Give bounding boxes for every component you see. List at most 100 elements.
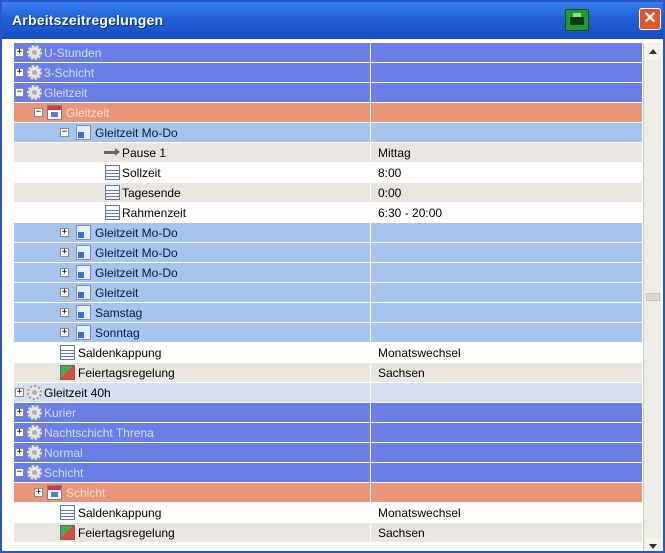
tree-row-saldenkappung[interactable]: Saldenkappung Monatswechsel bbox=[14, 343, 642, 363]
tree-row-samstag[interactable]: + Samstag bbox=[14, 303, 642, 323]
tree-label: Schicht bbox=[44, 466, 84, 480]
schedule-icon bbox=[76, 125, 91, 140]
tree-value[interactable]: 8:00 bbox=[378, 166, 401, 180]
vertical-scrollbar[interactable] bbox=[643, 43, 661, 551]
gear-icon bbox=[27, 465, 42, 480]
tree-value[interactable]: Sachsen bbox=[378, 526, 425, 540]
tree-label: Normal bbox=[44, 446, 83, 460]
tree-row-gleitzeit[interactable]: − Gleitzeit bbox=[14, 83, 642, 103]
tree-row-gleitzeit-mo-do-3[interactable]: + Gleitzeit Mo-Do bbox=[14, 243, 642, 263]
expand-icon[interactable]: + bbox=[15, 448, 24, 457]
tree-label: Rahmenzeit bbox=[122, 206, 187, 220]
tree-label: Gleitzeit bbox=[66, 106, 110, 120]
calendar-icon bbox=[47, 485, 62, 500]
tree-value[interactable]: 0:00 bbox=[378, 186, 401, 200]
tree-label: Kurier bbox=[44, 406, 77, 420]
tree-row-feiertagsregelung-2[interactable]: Feiertagsregelung Sachsen bbox=[14, 523, 642, 543]
tree-row-tagesende[interactable]: Tagesende 0:00 bbox=[14, 183, 642, 203]
tree-row-gleitzeit-day[interactable]: + Gleitzeit bbox=[14, 283, 642, 303]
collapse-icon[interactable]: − bbox=[60, 128, 69, 137]
scroll-up-icon[interactable] bbox=[645, 44, 661, 60]
tree-row-gleitzeit-mo-do-4[interactable]: + Gleitzeit Mo-Do bbox=[14, 263, 642, 283]
tree-row-normal[interactable]: + Normal bbox=[14, 443, 642, 463]
tree-label: Tagesende bbox=[122, 186, 181, 200]
rules-tree: + U-Stunden + 3-Schicht − Gleitzeit − Gl… bbox=[14, 43, 642, 551]
scroll-thumb[interactable] bbox=[646, 293, 660, 301]
window-title: Arbeitszeitregelungen bbox=[12, 12, 164, 28]
collapse-icon[interactable]: − bbox=[15, 468, 24, 477]
document-icon bbox=[105, 165, 120, 180]
tree-value[interactable]: Monatswechsel bbox=[378, 346, 461, 360]
tree-row-sonntag[interactable]: + Sonntag bbox=[14, 323, 642, 343]
schedule-icon bbox=[76, 285, 91, 300]
tree-row-schicht-plan[interactable]: + Schicht bbox=[14, 483, 642, 503]
expand-icon[interactable]: + bbox=[15, 388, 24, 397]
gear-icon bbox=[27, 385, 42, 400]
tree-label: Feiertagsregelung bbox=[78, 526, 175, 540]
tree-value[interactable]: Monatswechsel bbox=[378, 506, 461, 520]
tree-label: Saldenkappung bbox=[78, 506, 162, 520]
expand-icon[interactable]: + bbox=[60, 308, 69, 317]
tree-row-rahmenzeit[interactable]: Rahmenzeit 6:30 - 20:00 bbox=[14, 203, 642, 223]
tree-row-nachtschicht-threna[interactable]: + Nachtschicht Threna bbox=[14, 423, 642, 443]
expand-icon[interactable]: + bbox=[60, 328, 69, 337]
tree-label: Samstag bbox=[95, 306, 143, 320]
print-button[interactable] bbox=[565, 9, 589, 31]
expand-icon[interactable]: + bbox=[60, 288, 69, 297]
scroll-down-icon[interactable] bbox=[645, 538, 661, 551]
tree-label: Gleitzeit Mo-Do bbox=[95, 246, 178, 260]
tree-label: Gleitzeit Mo-Do bbox=[95, 266, 178, 280]
collapse-icon[interactable]: − bbox=[34, 108, 43, 117]
tree-row-gleitzeit-40h[interactable]: + Gleitzeit 40h bbox=[14, 383, 642, 403]
schedule-icon bbox=[76, 245, 91, 260]
expand-icon[interactable]: + bbox=[60, 268, 69, 277]
tree-label: Schicht bbox=[66, 486, 106, 500]
title-bar[interactable]: Arbeitszeitregelungen ✕ bbox=[2, 2, 663, 39]
tree-label: Gleitzeit bbox=[44, 86, 88, 100]
tree-row-gleitzeit-mo-do[interactable]: − Gleitzeit Mo-Do bbox=[14, 123, 642, 143]
expand-icon[interactable]: + bbox=[15, 428, 24, 437]
arbeitszeit-window: Arbeitszeitregelungen ✕ + U-Stunden + 3-… bbox=[0, 0, 665, 553]
gear-icon bbox=[27, 405, 42, 420]
collapse-icon[interactable]: − bbox=[15, 88, 24, 97]
schedule-icon bbox=[76, 305, 91, 320]
tree-row-u-stunden[interactable]: + U-Stunden bbox=[14, 43, 642, 63]
expand-icon[interactable]: + bbox=[60, 228, 69, 237]
tree-label: Gleitzeit bbox=[95, 286, 139, 300]
tree-row-gleitzeit-plan[interactable]: − Gleitzeit bbox=[14, 103, 642, 123]
tree-label: Gleitzeit Mo-Do bbox=[95, 226, 178, 240]
tree-row-sollzeit[interactable]: Sollzeit 8:00 bbox=[14, 163, 642, 183]
tree-label: Saldenkappung bbox=[78, 346, 162, 360]
gear-icon bbox=[27, 45, 42, 60]
tree-label: U-Stunden bbox=[44, 46, 102, 60]
tree-value[interactable]: 6:30 - 20:00 bbox=[378, 206, 442, 220]
expand-icon[interactable]: + bbox=[60, 248, 69, 257]
schedule-icon bbox=[76, 225, 91, 240]
tree-label: Sonntag bbox=[95, 326, 140, 340]
schedule-icon bbox=[76, 265, 91, 280]
tree-label: Sollzeit bbox=[122, 166, 161, 180]
tree-row-3-schicht[interactable]: + 3-Schicht bbox=[14, 63, 642, 83]
tree-label: Gleitzeit 40h bbox=[44, 386, 111, 400]
tree-label: 3-Schicht bbox=[44, 66, 95, 80]
tree-label: Pause 1 bbox=[122, 146, 167, 160]
gear-icon bbox=[27, 85, 42, 100]
document-icon bbox=[60, 505, 75, 520]
holiday-icon bbox=[60, 365, 75, 380]
expand-icon[interactable]: + bbox=[15, 68, 24, 77]
tree-row-pause-1[interactable]: Pause 1 Mittag bbox=[14, 143, 642, 163]
tree-row-kurier[interactable]: + Kurier bbox=[14, 403, 642, 423]
expand-icon[interactable]: + bbox=[15, 408, 24, 417]
tree-row-saldenkappung-2[interactable]: Saldenkappung Monatswechsel bbox=[14, 503, 642, 523]
close-button[interactable]: ✕ bbox=[639, 8, 661, 30]
tree-row-gleitzeit-mo-do-2[interactable]: + Gleitzeit Mo-Do bbox=[14, 223, 642, 243]
tree-value[interactable]: Sachsen bbox=[378, 366, 425, 380]
tree-row-schicht[interactable]: − Schicht bbox=[14, 463, 642, 483]
expand-icon[interactable]: + bbox=[34, 488, 43, 497]
tree-row-feiertagsregelung[interactable]: Feiertagsregelung Sachsen bbox=[14, 363, 642, 383]
gear-icon bbox=[27, 445, 42, 460]
tree-value: Mittag bbox=[378, 146, 411, 160]
expand-icon[interactable]: + bbox=[15, 48, 24, 57]
tree-label: Feiertagsregelung bbox=[78, 366, 175, 380]
tree-label: Gleitzeit Mo-Do bbox=[95, 126, 178, 140]
